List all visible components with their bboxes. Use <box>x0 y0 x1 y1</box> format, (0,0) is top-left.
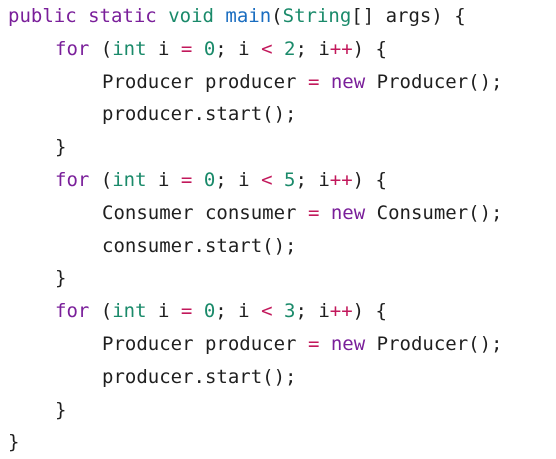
ctor-end: (); <box>468 332 503 355</box>
number-zero: 0 <box>203 37 216 60</box>
code-line-close-brace: } <box>8 262 556 295</box>
class-producer: Producer <box>376 332 469 355</box>
operator-assign: = <box>307 332 320 355</box>
operator-assign: = <box>307 201 320 224</box>
code-line-new-consumer: Consumer consumer = new Consumer(); <box>8 197 556 230</box>
keyword-new: new <box>330 332 366 355</box>
type-string: String <box>282 5 352 27</box>
paren: ( <box>100 300 113 323</box>
call-producer-start: producer.start(); <box>102 365 297 388</box>
keyword-new: new <box>330 70 366 93</box>
operator-lt: < <box>261 168 273 191</box>
ctor-end: (); <box>468 201 503 224</box>
operator-increment: ++ <box>329 300 353 323</box>
keyword-new: new <box>330 201 366 224</box>
var-i: i <box>158 300 170 323</box>
code-line-for-loop-3: for (int i = 0; i < 3; i++) { <box>55 300 387 323</box>
type-int: int <box>112 168 147 191</box>
number-zero: 0 <box>203 168 216 191</box>
call-producer-start: producer.start(); <box>102 103 297 126</box>
code-line-consumer-start: consumer.start(); <box>8 230 556 263</box>
args-signature: [] args) { <box>351 5 466 27</box>
loop-limit: 2 <box>283 37 296 60</box>
code-line-new-producer-1: Producer producer = new Producer(); <box>8 66 556 99</box>
operator-assign: = <box>307 70 320 93</box>
keyword-static: static <box>88 5 157 27</box>
var-consumer: consumer <box>204 201 297 224</box>
class-consumer: Consumer <box>102 201 194 224</box>
var-i: i <box>238 300 250 323</box>
code-editor: public static void main(String[] args) {… <box>0 0 556 454</box>
keyword-for: for <box>55 300 90 323</box>
call-consumer-start: consumer.start(); <box>102 234 297 257</box>
operator-increment: ++ <box>329 168 353 191</box>
operator-assign: = <box>180 168 193 191</box>
var-producer: producer <box>204 70 297 93</box>
var-i: i <box>158 168 170 191</box>
code-line-for-loop-2: for (int i = 0; i < 5; i++) { <box>55 168 387 191</box>
keyword-for: for <box>55 168 90 191</box>
method-name: main <box>225 5 272 27</box>
paren: ( <box>271 5 283 27</box>
close-brace: } <box>55 398 67 421</box>
var-producer: producer <box>204 332 297 355</box>
var-i: i <box>318 300 330 323</box>
paren: ( <box>100 37 113 60</box>
type-void: void <box>168 5 214 27</box>
operator-increment: ++ <box>329 37 353 60</box>
type-int: int <box>112 37 147 60</box>
code-line-close-brace: } <box>8 131 556 164</box>
var-i: i <box>238 37 250 60</box>
var-i: i <box>318 37 330 60</box>
loop-limit: 5 <box>283 168 296 191</box>
paren: ( <box>100 168 113 191</box>
operator-lt: < <box>261 300 273 323</box>
number-zero: 0 <box>203 300 216 323</box>
code-line-new-producer-2: Producer producer = new Producer(); <box>8 328 556 361</box>
close-brace: } <box>55 267 67 290</box>
var-i: i <box>158 37 170 60</box>
keyword-for: for <box>55 37 90 60</box>
loop-limit: 3 <box>283 300 296 323</box>
var-i: i <box>238 168 250 191</box>
operator-assign: = <box>180 37 193 60</box>
code-line-method-close: } <box>8 426 556 459</box>
code-line-for-loop-1: for (int i = 0; i < 2; i++) { <box>55 37 387 60</box>
code-line-close-brace: } <box>8 394 556 427</box>
close-brace: } <box>55 136 67 159</box>
class-consumer: Consumer <box>376 201 469 224</box>
code-block: public static void main(String[] args) {… <box>0 0 556 459</box>
close-brace: } <box>8 431 20 454</box>
class-producer: Producer <box>102 70 194 93</box>
var-i: i <box>318 168 330 191</box>
ctor-end: (); <box>468 70 503 93</box>
keyword-public: public <box>8 5 77 27</box>
code-line-main-signature: public static void main(String[] args) { <box>8 0 556 33</box>
type-int: int <box>112 300 147 323</box>
operator-lt: < <box>261 37 273 60</box>
code-line-producer-start-1: producer.start(); <box>8 98 556 131</box>
class-producer: Producer <box>102 332 194 355</box>
class-producer: Producer <box>376 70 469 93</box>
operator-assign: = <box>180 300 193 323</box>
code-line-producer-start-2: producer.start(); <box>8 361 556 394</box>
